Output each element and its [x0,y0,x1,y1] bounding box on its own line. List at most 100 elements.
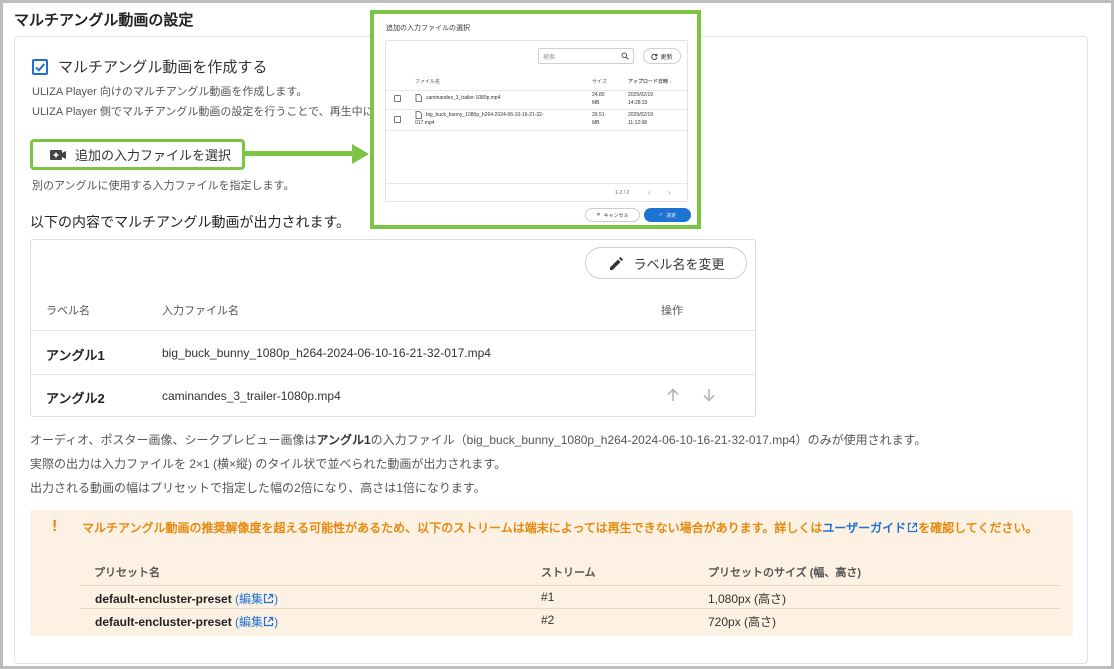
preset-size: 720px (高さ) [708,615,777,629]
note-line-1-prefix: オーディオ、ポスター画像、シークプレビュー画像は [30,433,317,447]
external-link-icon [908,522,918,533]
add-video-icon [50,149,66,160]
note-line-2: 実際の出力は入力ファイルを 2×1 (横×縦) のタイル状で並べられた動画が出力… [30,457,507,471]
dialog-search-input[interactable]: 検索 [538,48,634,64]
dialog-file-list: 検索 更新 ファイル名 サイズ アップロード日時 ↓ caminandes_3_… [385,40,688,202]
dialog-header-date[interactable]: アップロード日時 ↓ [628,78,672,85]
dialog-cancel-button[interactable]: ✕ キャンセル [585,208,640,222]
file-icon [415,94,422,102]
edit-link-text: 編集 [239,615,264,629]
hint-text-1: ULIZA Player 向けのマルチアングル動画を作成します。 [32,86,308,98]
next-page-icon[interactable]: › [668,188,671,197]
preset-size: 1,080px (高さ) [708,592,787,606]
multiangle-checkbox-label: マルチアングル動画を作成する [58,59,268,76]
angle-label: アングル2 [46,391,105,406]
angle-file: caminandes_3_trailer-1080p.mp4 [162,389,341,403]
callout-arrow-line [245,151,355,156]
hint-text-2: ULIZA Player 側でマルチアングル動画の設定を行うことで、再生中に [32,106,374,118]
warning-text: マルチアングル動画の推奨解像度を超える可能性があるため、以下のストリームは端末に… [82,519,1072,537]
dialog-file-size: 29.51 [592,112,605,118]
dialog-file-checkbox[interactable] [394,95,401,102]
note-line-1: オーディオ、ポスター画像、シークプレビュー画像はアングル1の入力ファイル（big… [30,431,926,448]
dialog-file-date: 2025/02/19 [628,112,654,118]
dialog-file-time: 11:12:08 [628,120,648,126]
dialog-header-size: サイズ [592,79,607,85]
row-divider [31,374,755,375]
dialog-search-placeholder: 検索 [543,54,556,61]
note-line-1-suffix: の入力ファイル（big_buck_bunny_1080p_h264-2024-0… [370,433,927,447]
warning-box: ! マルチアングル動画の推奨解像度を超える可能性があるため、以下のストリームは端… [30,510,1073,636]
prev-page-icon[interactable]: ‹ [648,188,651,197]
dialog-row-divider [386,109,687,110]
header-label: ラベル名 [46,305,90,317]
header-action: 操作 [661,305,683,317]
page-title: マルチアングル動画の設定 [14,12,194,29]
dialog-file-name: caminandes_3_trailer-1080p.mp4 [426,95,501,101]
search-icon [621,52,629,60]
multiangle-checkbox-row[interactable]: マルチアングル動画を作成する [32,56,267,77]
note-line-1-bold: アングル1 [316,433,371,447]
angle-label: アングル1 [46,348,105,363]
edit-preset-link[interactable]: (編集) [235,615,278,629]
dialog-file-checkbox[interactable] [394,116,401,123]
dialog-file-size-unit: MB [592,120,600,126]
file-icon [415,111,422,119]
dialog-title: 追加の入力ファイルの選択 [386,25,470,32]
section-title: 以下の内容でマルチアングル動画が出力されます。 [30,214,351,230]
file-select-dialog: 追加の入力ファイルの選択 検索 更新 ファイル名 サイズ アップロード日時 ↓ … [370,10,701,229]
pencil-icon [610,257,624,270]
dialog-refresh-button[interactable]: 更新 [643,48,681,64]
edit-preset-link[interactable]: (編集) [235,592,278,606]
rename-label-button[interactable]: ラベル名を変更 [585,247,747,279]
warning-icon: ! [52,518,58,535]
dialog-header-date-text: アップロード日時 [628,79,669,85]
close-icon: ✕ [596,212,601,218]
edit-link-text: 編集 [239,592,264,606]
note-line-3: 出力される動画の幅はプリセットで指定した幅の2倍になり、高さは1倍になります。 [30,481,486,495]
external-link-icon [263,616,274,627]
dialog-pagination: 1-2 / 2 [615,190,630,196]
dialog-row-divider [386,130,687,131]
select-additional-file-button[interactable]: 追加の入力ファイルを選択 [30,139,245,170]
move-up-icon[interactable] [665,387,681,403]
refresh-icon [651,53,658,60]
angle-file: big_buck_bunny_1080p_h264-2024-06-10-16-… [162,346,491,360]
dialog-file-time: 14:28:33 [628,100,648,106]
stream-number: #2 [541,613,555,627]
angle-table: ラベル名を変更 ラベル名 入力ファイル名 操作 アングル1 big_buck_b… [30,239,756,417]
check-icon: ✓ [658,212,664,218]
warn-header-size: プリセットのサイズ (幅、高さ) [708,567,862,579]
dialog-footer-divider [386,183,687,184]
warning-text-after: を確認してください。 [918,521,1038,535]
callout-arrow-head [352,144,369,164]
preset-name: default-encluster-preset (編集) [95,590,278,607]
multiangle-checkbox[interactable] [32,58,48,75]
warn-row-divider [80,585,1060,586]
preset-name-text: default-encluster-preset [95,592,232,606]
dialog-file-name-cont: 017.mp4 [415,120,435,126]
stream-number: #1 [541,590,555,604]
external-link-icon [263,593,274,604]
dialog-header-name: ファイル名 [415,79,441,85]
warn-row-divider [80,608,1060,609]
move-down-icon[interactable] [701,387,717,403]
preset-name-text: default-encluster-preset [95,615,232,629]
dialog-ok-label: 決定 [666,212,677,219]
dialog-file-size: 24.80 [592,92,605,98]
warn-header-preset: プリセット名 [94,567,160,579]
warning-text-before: マルチアングル動画の推奨解像度を超える可能性があるため、以下のストリームは端末に… [82,521,823,535]
select-hint: 別のアングルに使用する入力ファイルを指定します。 [32,180,295,192]
dialog-cancel-label: キャンセル [603,212,629,219]
dialog-ok-button[interactable]: ✓ 決定 [644,208,691,222]
header-file: 入力ファイル名 [162,305,239,317]
user-guide-link[interactable]: ユーザーガイド [822,521,918,535]
row-divider [31,330,755,331]
dialog-refresh-label: 更新 [660,54,673,61]
dialog-file-name: big_buck_bunny_1080p_h264-2024-06-10-16-… [426,112,544,118]
checkmark-icon [35,62,45,72]
preset-name: default-encluster-preset (編集) [95,613,278,630]
select-additional-file-label: 追加の入力ファイルを選択 [75,148,232,163]
dialog-file-size-unit: MB [592,100,600,106]
user-guide-link-text: ユーザーガイド [822,521,907,535]
dialog-file-date: 2025/02/19 [628,92,654,98]
